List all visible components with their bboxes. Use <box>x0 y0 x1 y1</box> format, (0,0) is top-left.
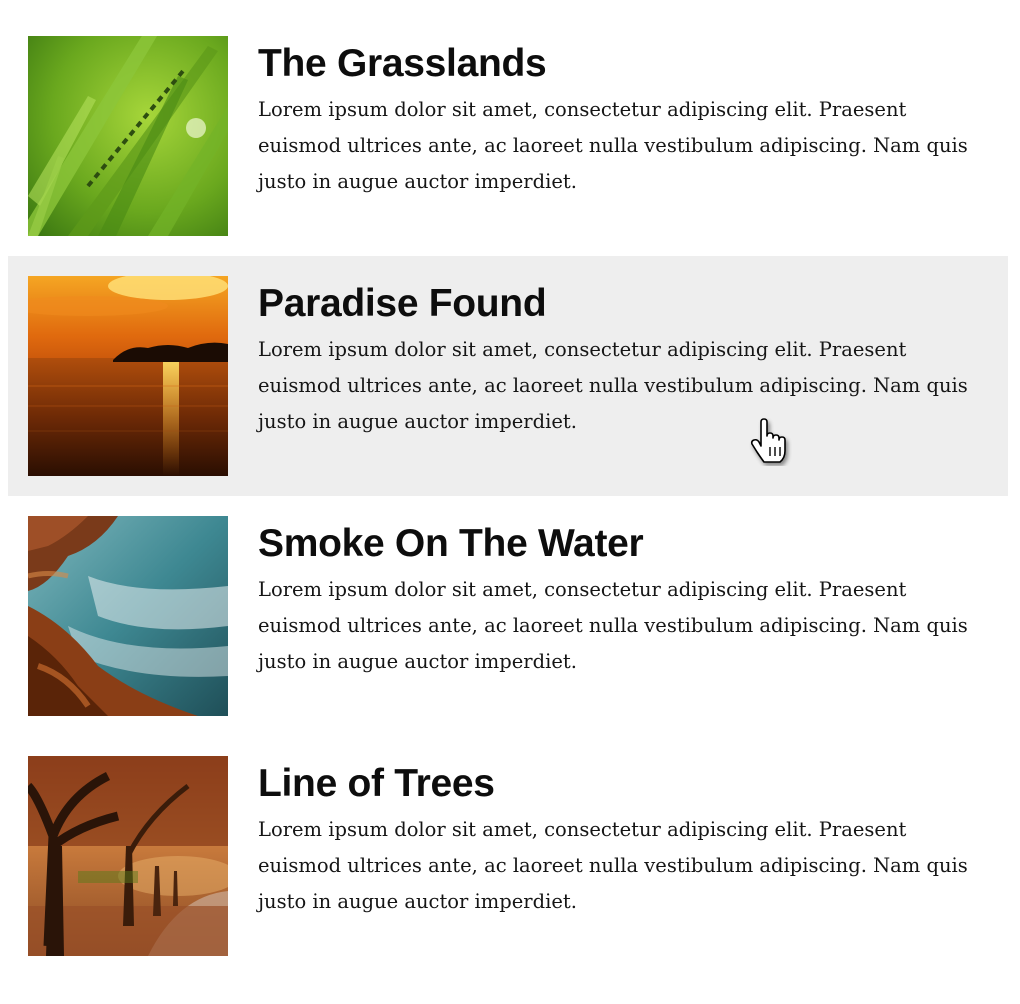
grassland-thumbnail[interactable] <box>28 36 228 236</box>
coast-thumbnail[interactable] <box>28 516 228 716</box>
item-description: Lorem ipsum dolor sit amet, consectetur … <box>258 98 968 193</box>
item-title[interactable]: Line of Trees <box>258 762 988 806</box>
item-content: Line of Trees Lorem ipsum dolor sit amet… <box>258 756 988 920</box>
sunset-thumbnail[interactable] <box>28 276 228 476</box>
item-description: Lorem ipsum dolor sit amet, consectetur … <box>258 338 968 433</box>
item-description: Lorem ipsum dolor sit amet, consectetur … <box>258 818 968 913</box>
item-title[interactable]: The Grasslands <box>258 42 988 86</box>
item-content: Smoke On The Water Lorem ipsum dolor sit… <box>258 516 988 680</box>
grassland-image <box>28 36 228 236</box>
item-content: The Grasslands Lorem ipsum dolor sit ame… <box>258 36 988 200</box>
coast-image <box>28 516 228 716</box>
item-description: Lorem ipsum dolor sit amet, consectetur … <box>258 578 968 673</box>
item-title[interactable]: Paradise Found <box>258 282 988 326</box>
trees-image <box>28 756 228 956</box>
item-content: Paradise Found Lorem ipsum dolor sit ame… <box>258 276 988 440</box>
list-item[interactable]: The Grasslands Lorem ipsum dolor sit ame… <box>8 16 1008 256</box>
list-item[interactable]: Smoke On The Water Lorem ipsum dolor sit… <box>8 496 1008 736</box>
list-item-hovered[interactable]: Paradise Found Lorem ipsum dolor sit ame… <box>8 256 1008 496</box>
article-list: The Grasslands Lorem ipsum dolor sit ame… <box>8 16 1008 976</box>
item-title[interactable]: Smoke On The Water <box>258 522 988 566</box>
sunset-image <box>28 276 228 476</box>
list-item[interactable]: Line of Trees Lorem ipsum dolor sit amet… <box>8 736 1008 976</box>
trees-thumbnail[interactable] <box>28 756 228 956</box>
